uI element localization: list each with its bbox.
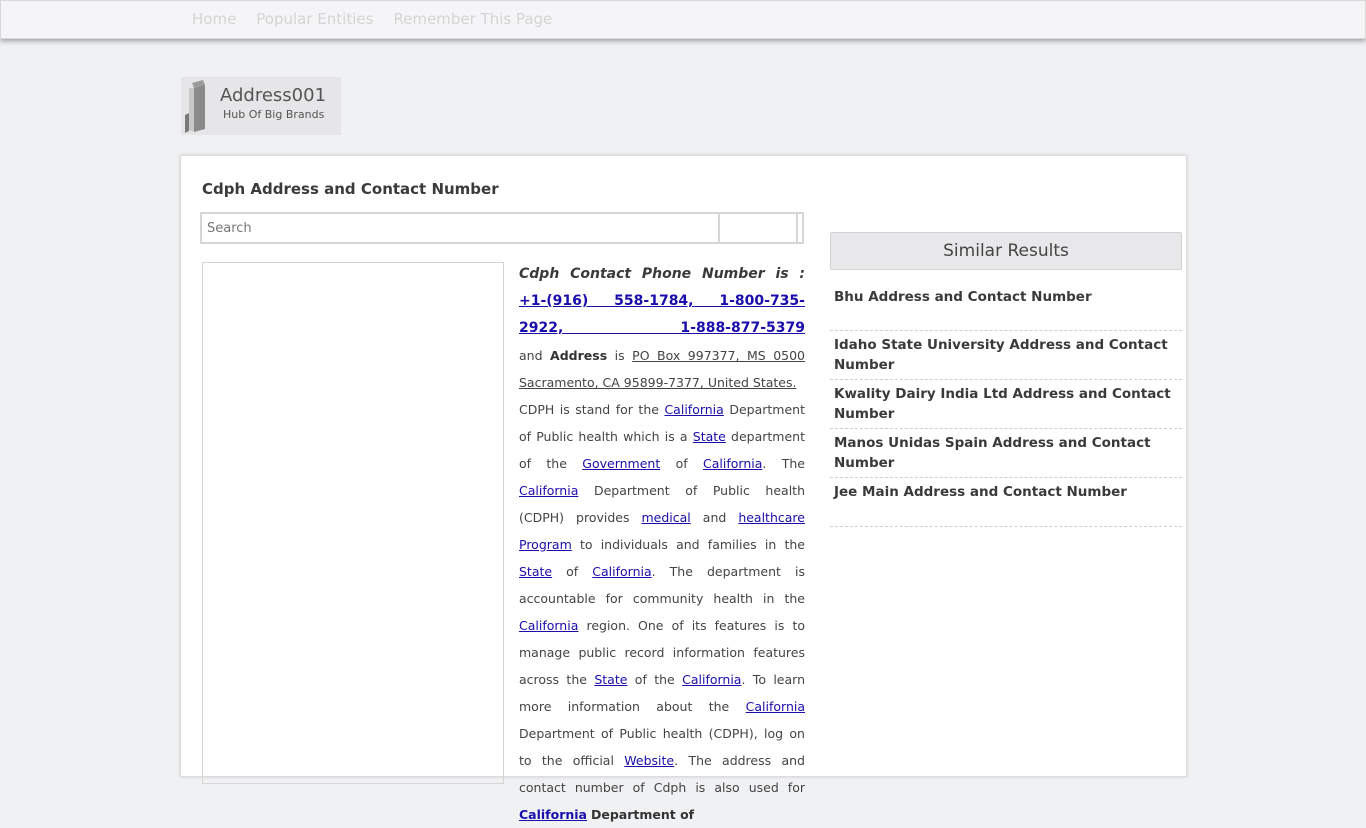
similar-result-item[interactable]: Idaho State University Address and Conta… <box>830 331 1182 380</box>
desc-text: and <box>702 510 727 525</box>
desc-text-bold: Department of <box>590 807 695 822</box>
logo-subtitle: Hub Of Big Brands <box>223 108 325 121</box>
and-text: and <box>519 348 543 363</box>
similar-result-item[interactable]: Jee Main Address and Contact Number <box>830 478 1182 527</box>
phone-heading: Cdph Contact Phone Number is : +1-(916) … <box>519 261 805 342</box>
link-healthcare[interactable]: healthcare <box>738 510 805 525</box>
address-label: Address <box>550 348 608 363</box>
similar-result-item[interactable]: Kwality Dairy India Ltd Address and Cont… <box>830 380 1182 429</box>
nav-home[interactable]: Home <box>192 1 236 38</box>
desc-text: CDPH is stand for the <box>519 402 659 417</box>
desc-text: of the <box>634 672 675 687</box>
desc-text: of <box>675 456 688 471</box>
link-california[interactable]: California <box>519 618 578 633</box>
search-input[interactable] <box>202 214 718 242</box>
search-button[interactable] <box>718 214 796 242</box>
article-body: Cdph Contact Phone Number is : +1-(916) … <box>519 261 805 828</box>
link-state[interactable]: State <box>519 564 552 579</box>
logo-icon <box>185 80 205 133</box>
logo-title: Address001 <box>220 85 327 106</box>
link-california[interactable]: California <box>519 483 578 498</box>
nav-popular-entities[interactable]: Popular Entities <box>256 1 373 38</box>
phone-label: Cdph Contact Phone Number is : <box>519 266 805 282</box>
image-placeholder <box>202 262 504 784</box>
desc-text: . The <box>762 456 805 471</box>
phone-numbers-link[interactable]: +1-(916) 558-1784, 1-800-735-2922, 1-888… <box>519 293 805 336</box>
link-state[interactable]: State <box>594 672 627 687</box>
address-line: and Address is PO Box 997377, MS 0500 Sa… <box>519 342 805 396</box>
search-divider <box>796 214 802 242</box>
similar-results-heading: Similar Results <box>830 232 1182 270</box>
link-california-bold[interactable]: California <box>519 807 587 822</box>
similar-results-panel: Similar Results Bhu Address and Contact … <box>830 232 1182 527</box>
nav-list: Home Popular Entities Remember This Page <box>1 1 1365 38</box>
site-logo[interactable]: Address001 Hub Of Big Brands <box>181 77 341 135</box>
link-website[interactable]: Website <box>624 753 674 768</box>
desc-text: to individuals and families in the <box>579 537 805 552</box>
nav-remember-this-page[interactable]: Remember This Page <box>393 1 552 38</box>
link-medical[interactable]: medical <box>642 510 691 525</box>
link-state[interactable]: State <box>693 429 726 444</box>
link-california[interactable]: California <box>703 456 762 471</box>
is-text: is <box>614 348 625 363</box>
link-california[interactable]: California <box>592 564 651 579</box>
description: CDPH is stand for the California Departm… <box>519 396 805 828</box>
link-california[interactable]: California <box>746 699 805 714</box>
top-navigation: Home Popular Entities Remember This Page <box>0 0 1366 39</box>
desc-text: . The department is accountable for comm… <box>519 564 805 606</box>
desc-text: of <box>566 564 579 579</box>
link-california[interactable]: California <box>682 672 741 687</box>
link-california[interactable]: California <box>664 402 723 417</box>
link-government[interactable]: Government <box>582 456 660 471</box>
similar-result-item[interactable]: Manos Unidas Spain Address and Contact N… <box>830 429 1182 478</box>
search-bar <box>200 212 804 244</box>
main-card: Cdph Address and Contact Number Cdph Con… <box>180 155 1187 822</box>
similar-result-item[interactable]: Bhu Address and Contact Number <box>830 270 1182 331</box>
page-title: Cdph Address and Contact Number <box>202 180 499 198</box>
similar-results-list: Bhu Address and Contact Number Idaho Sta… <box>830 270 1182 527</box>
link-program[interactable]: Program <box>519 537 572 552</box>
